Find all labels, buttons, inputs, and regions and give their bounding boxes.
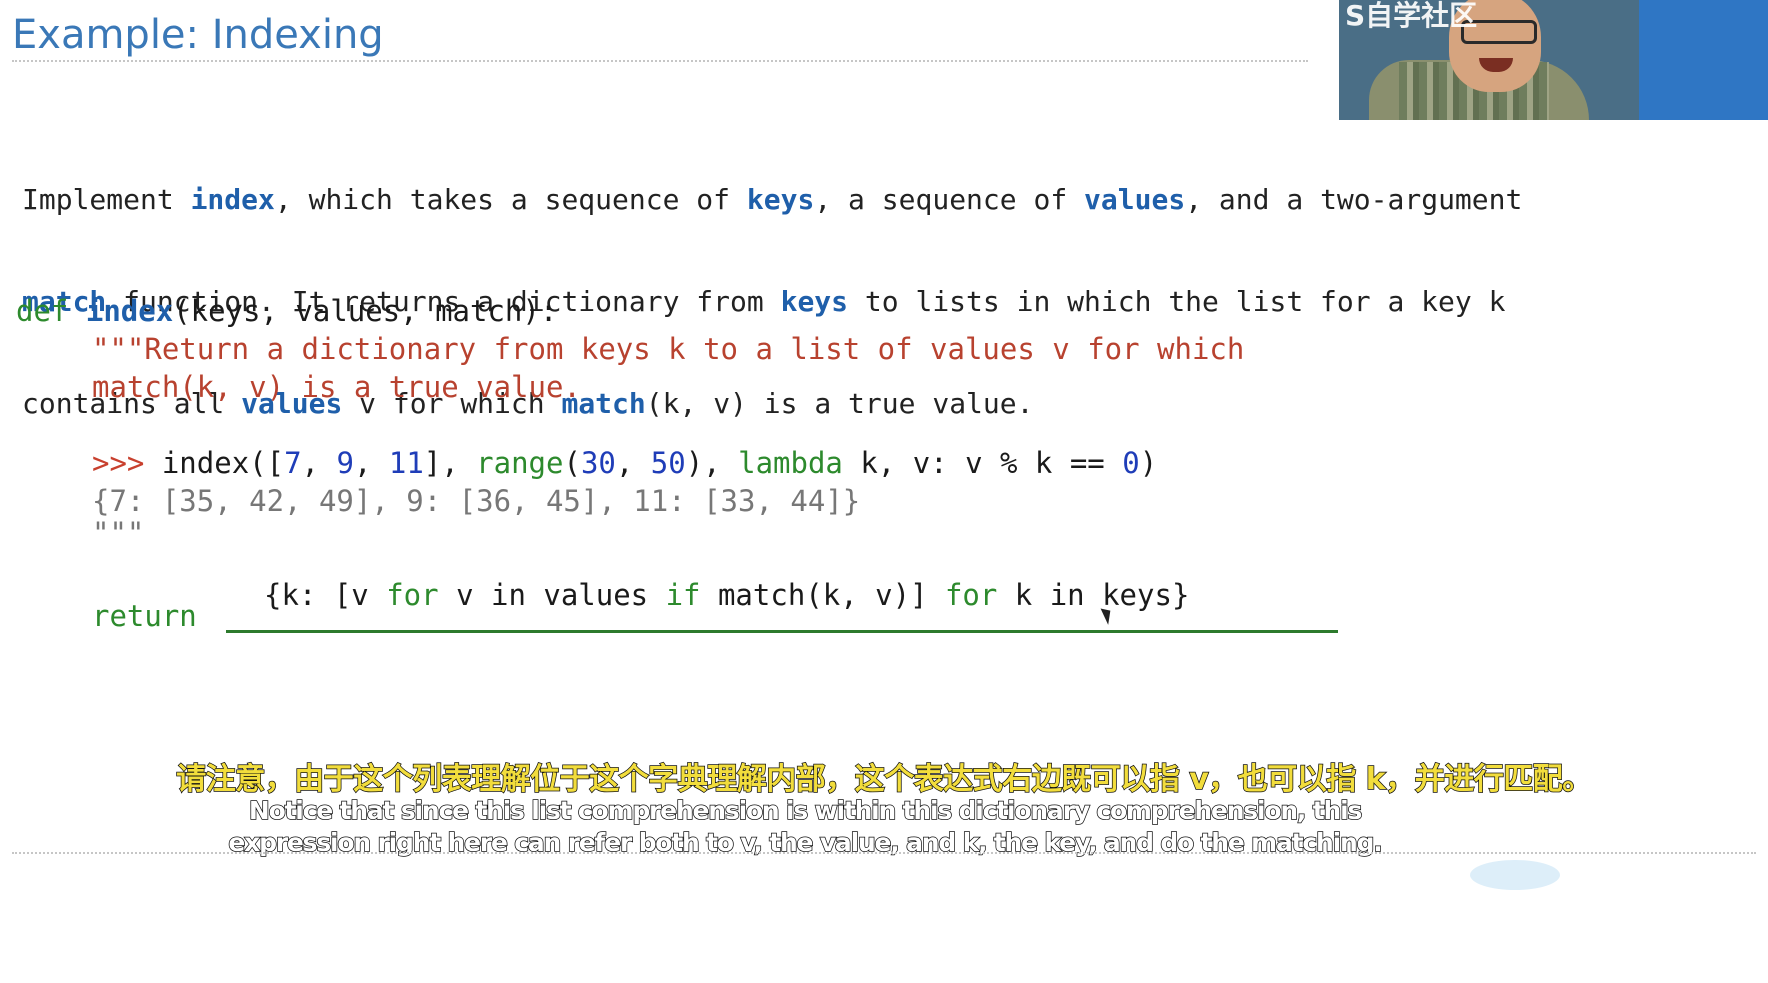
docstring-close: """ [92, 516, 145, 550]
docstring-line-2: match(k, v) is a true value. [92, 370, 581, 404]
watermark-text: S自学社区 [1345, 0, 1478, 32]
doctest-output: {7: [35, 42, 49], 9: [36, 45], 11: [33, … [92, 484, 861, 518]
doctest-call: index([7, 9, 11], range(30, 50), lambda … [144, 446, 1157, 480]
text-segment: match(k, v)] [700, 578, 945, 612]
text-segment: , and a two-argument [1185, 183, 1523, 216]
text-segment: range [476, 446, 564, 480]
text-segment: , [301, 446, 337, 480]
footer-divider [12, 852, 1756, 854]
subtitle-english-line-1: Notice that since this list comprehensio… [248, 795, 1363, 826]
text-segment: , [353, 446, 389, 480]
slide-title: Example: Indexing [12, 12, 384, 58]
text-segment: to lists in which the list for a key k [848, 285, 1506, 318]
doctest-prompt: >>> [92, 446, 145, 480]
text-segment: 50 [650, 446, 686, 480]
text-segment: ( [563, 446, 581, 480]
docstring-line-1: """Return a dictionary from keys k to a … [92, 332, 1245, 366]
text-segment: 30 [580, 446, 616, 480]
keyword-segment: keys [780, 285, 849, 318]
answer-blank-underline [226, 630, 1338, 633]
return-keyword: return [92, 599, 197, 633]
text-segment: k, v: v % k == [842, 446, 1123, 480]
function-name: index [85, 294, 174, 328]
keyword-segment: keys [746, 183, 815, 216]
webcam-overlay: S自学社区 [1339, 0, 1768, 120]
text-segment: v in values [438, 578, 666, 612]
text-segment: , a sequence of [814, 183, 1085, 216]
answer-expression: {k: [v for v in values if match(k, v)] f… [264, 578, 1189, 612]
text-segment: ], [423, 446, 477, 480]
text-segment: index([ [144, 446, 285, 480]
text-segment: 0 [1122, 446, 1140, 480]
function-signature: (keys, values, match): [173, 294, 558, 328]
text-segment: for [386, 578, 439, 612]
text-segment: {k: [v [264, 578, 387, 612]
text-segment: ), [685, 446, 739, 480]
text-segment: 9 [336, 446, 354, 480]
text-segment: k in keys} [997, 578, 1190, 612]
text-segment: Implement [22, 183, 191, 216]
text-segment: for [944, 578, 998, 612]
text-segment: 11 [388, 446, 424, 480]
keyword-segment: values [1084, 183, 1186, 216]
text-segment: lambda [738, 446, 843, 480]
title-divider [12, 60, 1308, 62]
text-segment: ) [1139, 446, 1158, 480]
keyword-segment: index [190, 183, 275, 216]
subtitle-chinese: 请注意，由于这个列表理解位于这个字典理解内部，这个表达式右边既可以指 v，也可以… [176, 761, 1593, 798]
text-segment: 7 [284, 446, 302, 480]
code-def-line: def index(keys, values, match): [16, 294, 557, 328]
def-keyword: def [16, 294, 69, 328]
text-segment: if [665, 578, 701, 612]
text-segment: , [615, 446, 651, 480]
text-segment: (k, v) is a true value. [645, 387, 1034, 420]
text-segment: , which takes a sequence of [274, 183, 747, 216]
doctest-call-line: >>> index([7, 9, 11], range(30, 50), lam… [92, 446, 1157, 480]
description-paragraph: Implement index, which takes a sequence … [22, 115, 1522, 455]
description-line-1: Implement index, which takes a sequence … [22, 183, 1522, 217]
corner-decoration [1470, 860, 1560, 890]
